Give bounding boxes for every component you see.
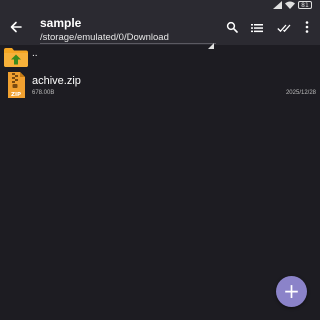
select-all-button[interactable]: [276, 21, 292, 37]
list-view-button[interactable]: [249, 21, 265, 37]
more-vert-icon: [305, 20, 309, 38]
parent-folder-label: ..: [32, 48, 38, 59]
zip-file-icon: ZIP: [7, 72, 25, 103]
back-button[interactable]: [6, 20, 26, 38]
list-view-icon: [251, 20, 263, 38]
file-manager-screen: 81 sample /storage/emulated/0/Download .…: [0, 0, 320, 320]
svg-text:ZIP: ZIP: [11, 92, 21, 98]
status-icons: 81: [273, 1, 312, 9]
file-row[interactable]: ZIP achive.zip 678.00B 2025/12/28: [0, 70, 320, 102]
file-name: achive.zip: [32, 75, 81, 87]
status-bar: 81: [0, 0, 320, 12]
add-icon: +: [283, 278, 300, 303]
search-button[interactable]: [224, 21, 240, 37]
battery-icon: 81: [298, 1, 312, 9]
select-all-icon: [277, 20, 291, 38]
folder-title: sample: [40, 16, 82, 30]
file-size: 678.00B: [32, 90, 55, 96]
parent-folder-row[interactable]: ..: [0, 45, 320, 68]
add-fab-button[interactable]: +: [276, 276, 307, 307]
signal-icon: [273, 1, 282, 9]
more-options-button[interactable]: [299, 21, 315, 37]
back-arrow-icon: [10, 20, 22, 38]
file-date: 2025/12/28: [285, 90, 316, 96]
path-underline: [40, 43, 216, 44]
wifi-icon: [285, 1, 295, 9]
app-toolbar: sample /storage/emulated/0/Download: [0, 12, 320, 45]
folder-up-icon: [4, 47, 28, 72]
search-icon: [226, 20, 238, 38]
